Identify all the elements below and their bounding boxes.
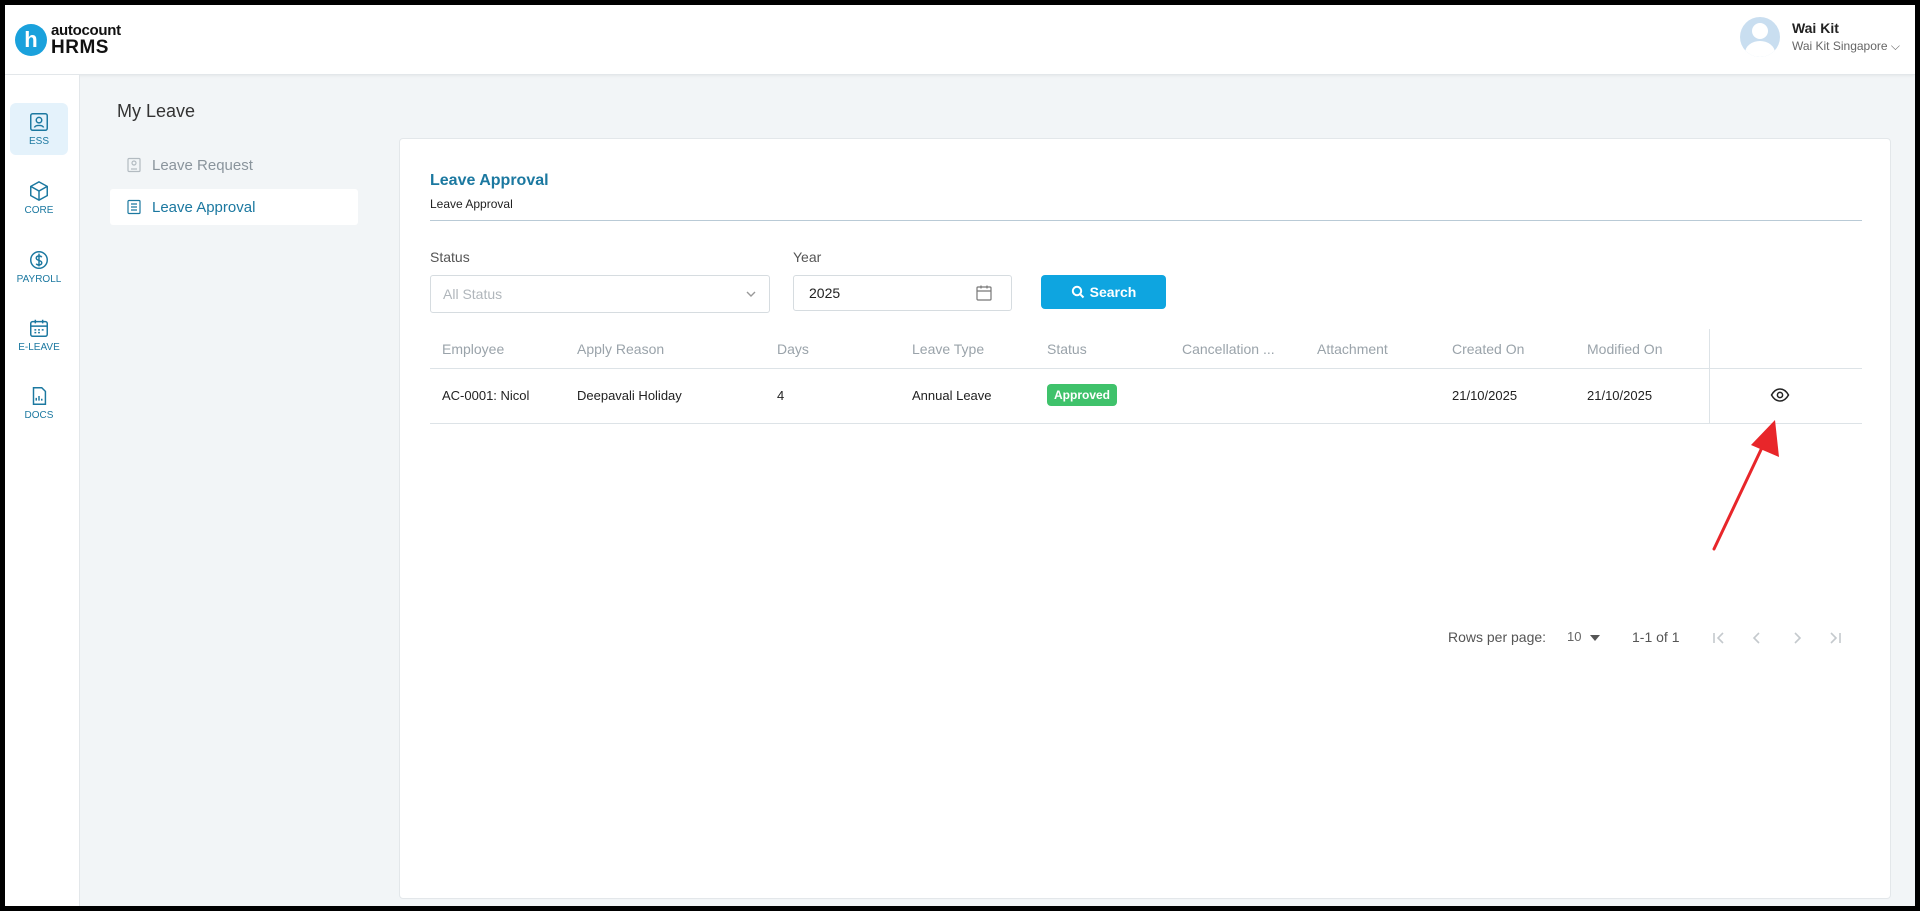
subnav-label: Leave Approval: [152, 198, 256, 216]
rail-label: PAYROLL: [16, 274, 62, 285]
th-employee[interactable]: Employee: [442, 341, 504, 357]
form-icon: [127, 199, 141, 215]
page-range: 1-1 of 1: [1632, 629, 1680, 645]
logo-product: HRMS: [51, 37, 109, 58]
logo-mark: h: [15, 24, 47, 56]
avatar: [1739, 17, 1780, 57]
cube-icon: [30, 180, 48, 202]
prev-page-icon[interactable]: [1748, 629, 1766, 647]
eye-icon[interactable]: [1770, 385, 1790, 405]
rail-item-core[interactable]: CORE: [10, 172, 68, 224]
year-input[interactable]: 2025: [793, 275, 1012, 311]
divider: [430, 220, 1862, 221]
card-subtitle: Leave Approval: [430, 197, 513, 211]
subnav-leave-request[interactable]: Leave Request: [110, 147, 358, 183]
user-company: Wai Kit Singapore ⌵: [1791, 39, 1900, 53]
cell-employee: AC-0001: Nicol: [442, 388, 530, 403]
user-menu[interactable]: Wai Kit Wai Kit Singapore ⌵: [1739, 17, 1900, 57]
app-window: h autocount HRMS Wai Kit Wai Kit Singapo…: [5, 5, 1915, 906]
status-select[interactable]: All Status: [430, 275, 770, 313]
rail-item-docs[interactable]: DOCS: [10, 377, 68, 429]
status-placeholder: All Status: [443, 286, 503, 302]
leave-table: Employee Apply Reason Days Leave Type St…: [430, 329, 1862, 645]
caret-down-icon[interactable]: [1590, 635, 1600, 641]
cell-days: 4: [777, 388, 785, 403]
first-page-icon[interactable]: [1710, 629, 1728, 647]
th-status[interactable]: Status: [1047, 341, 1087, 357]
rail-label: DOCS: [24, 410, 54, 421]
cell-created-on: 21/10/2025: [1452, 388, 1518, 403]
th-apply-reason[interactable]: Apply Reason: [577, 341, 664, 357]
search-button[interactable]: Search: [1041, 275, 1166, 309]
rows-per-page-select[interactable]: 10: [1567, 629, 1581, 644]
chevron-down-icon: [746, 291, 756, 297]
cell-leave-type: Annual Leave: [912, 388, 992, 403]
user-name: Wai Kit: [1791, 20, 1839, 36]
th-created-on[interactable]: Created On: [1452, 341, 1524, 357]
document-icon: [32, 387, 47, 405]
th-attachment[interactable]: Attachment: [1317, 341, 1388, 357]
table-header: Employee Apply Reason Days Leave Type St…: [430, 329, 1862, 369]
year-label: Year: [793, 249, 822, 265]
rail-item-payroll[interactable]: PAYROLL: [10, 241, 68, 293]
subnav-leave-approval[interactable]: Leave Approval: [110, 189, 358, 225]
th-leave-type[interactable]: Leave Type: [912, 341, 984, 357]
rail-label: CORE: [24, 205, 54, 216]
th-modified-on[interactable]: Modified On: [1587, 341, 1662, 357]
th-cancellation[interactable]: Cancellation ...: [1182, 341, 1275, 357]
page-title: My Leave: [117, 101, 196, 121]
rail-item-ess[interactable]: ESS: [10, 103, 68, 155]
rows-per-page-label: Rows per page:: [1448, 629, 1547, 645]
last-page-icon[interactable]: [1826, 629, 1844, 647]
annotation-arrow-icon: [1712, 420, 1779, 551]
logo-brand: autocount: [51, 22, 121, 39]
th-days[interactable]: Days: [777, 341, 809, 357]
status-label: Status: [430, 249, 470, 265]
leave-approval-card: Leave Approval Leave Approval Status All…: [399, 138, 1891, 899]
top-header: h autocount HRMS Wai Kit Wai Kit Singapo…: [5, 5, 1915, 75]
search-label: Search: [1089, 284, 1137, 300]
dollar-icon: [30, 251, 48, 269]
search-icon: [1071, 285, 1084, 299]
ess-icon: [30, 113, 48, 131]
cell-modified-on: 21/10/2025: [1587, 388, 1653, 403]
pagination: Rows per page: 10 1-1 of 1: [430, 629, 1862, 649]
status-badge: Approved: [1047, 384, 1118, 406]
calendar-icon: [30, 319, 48, 337]
next-page-icon[interactable]: [1788, 629, 1806, 647]
subnav-label: Leave Request: [152, 156, 253, 174]
rail-label: E-LEAVE: [18, 342, 60, 353]
app-logo[interactable]: h autocount HRMS: [15, 20, 121, 60]
module-rail: ESS CORE PAYROLL E-LEAVE DOCS: [5, 75, 80, 906]
table-row[interactable]: AC-0001: Nicol Deepavali Holiday 4 Annua…: [430, 369, 1862, 424]
rail-label: ESS: [28, 136, 49, 147]
card-title: Leave Approval: [430, 172, 549, 189]
form-icon: [127, 157, 141, 173]
rail-item-eleave[interactable]: E-LEAVE: [10, 309, 68, 361]
year-value: 2025: [809, 285, 841, 301]
calendar-icon[interactable]: [975, 284, 993, 302]
cell-reason: Deepavali Holiday: [577, 388, 682, 403]
